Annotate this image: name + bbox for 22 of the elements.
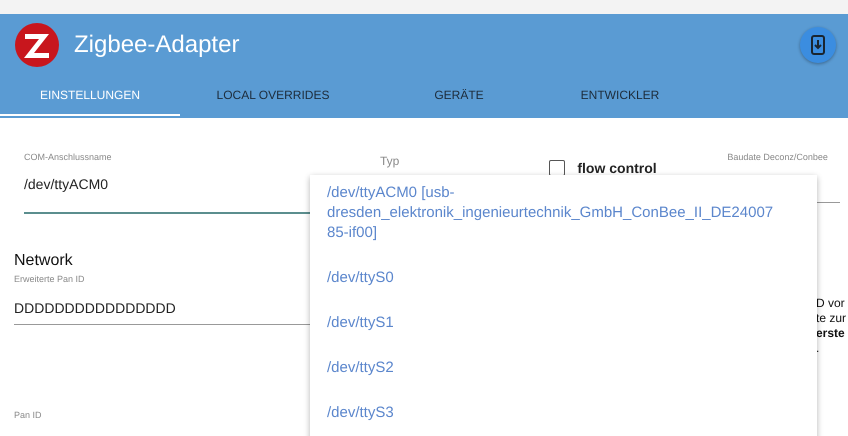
help-text-line: . <box>816 341 820 356</box>
section-heading: Network <box>14 252 74 270</box>
dropdown-option[interactable]: /dev/ttyS2 <box>310 358 794 378</box>
dropdown-option[interactable]: /dev/ttyS0 <box>310 268 794 288</box>
tab[interactable]: LOCAL OVERRIDES <box>180 76 366 116</box>
dropdown-option[interactable]: /dev/ttyACM0 [usb-dresden_elektronik_ingenieurtechnik_GmbH_ConBee_II_DE2400785-if00] <box>310 183 794 243</box>
type-label: Typ <box>380 154 400 168</box>
checkbox-label: flow control <box>577 160 657 176</box>
app-title: Zigbee-Adapter <box>74 31 240 59</box>
help-text-line: te zur <box>816 311 846 326</box>
dropdown-option[interactable]: /dev/ttyS1 <box>310 313 794 333</box>
help-text-line: erste <box>816 326 846 341</box>
tab[interactable]: ENTWICKLER <box>552 76 688 116</box>
download-button[interactable] <box>800 27 836 63</box>
logo-icon <box>14 22 60 68</box>
pan-id-label: Pan ID <box>14 410 42 420</box>
help-text-line: D vor <box>816 296 846 311</box>
tab[interactable]: GERÄTE <box>366 76 552 116</box>
baudrate-label: Baudate Deconz/Conbee <box>727 152 829 162</box>
dropdown-option[interactable]: /dev/ttyS3 <box>310 403 794 423</box>
phone-download-icon <box>810 35 826 55</box>
tab[interactable]: EINSTELLUNGEN <box>0 76 180 116</box>
